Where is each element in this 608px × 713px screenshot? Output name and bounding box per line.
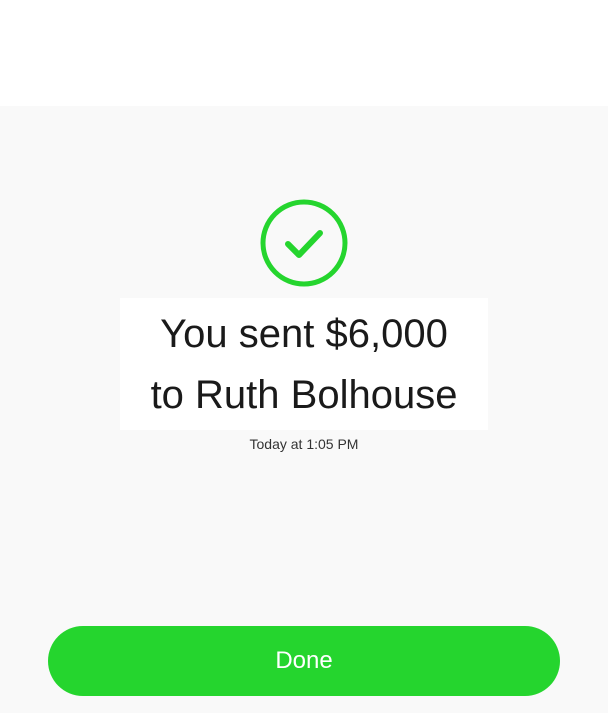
payment-amount-text: You sent $6,000 [160, 312, 448, 356]
done-button[interactable]: Done [48, 626, 560, 696]
payment-recipient-text: to Ruth Bolhouse [150, 373, 458, 417]
payment-confirmation-screen: You sent $6,000 to Ruth Bolhouse Today a… [0, 0, 608, 713]
payment-timestamp: Today at 1:05 PM [249, 436, 359, 452]
payment-message: You sent $6,000 to Ruth Bolhouse [120, 298, 488, 430]
checkmark-circle-icon [259, 198, 349, 288]
